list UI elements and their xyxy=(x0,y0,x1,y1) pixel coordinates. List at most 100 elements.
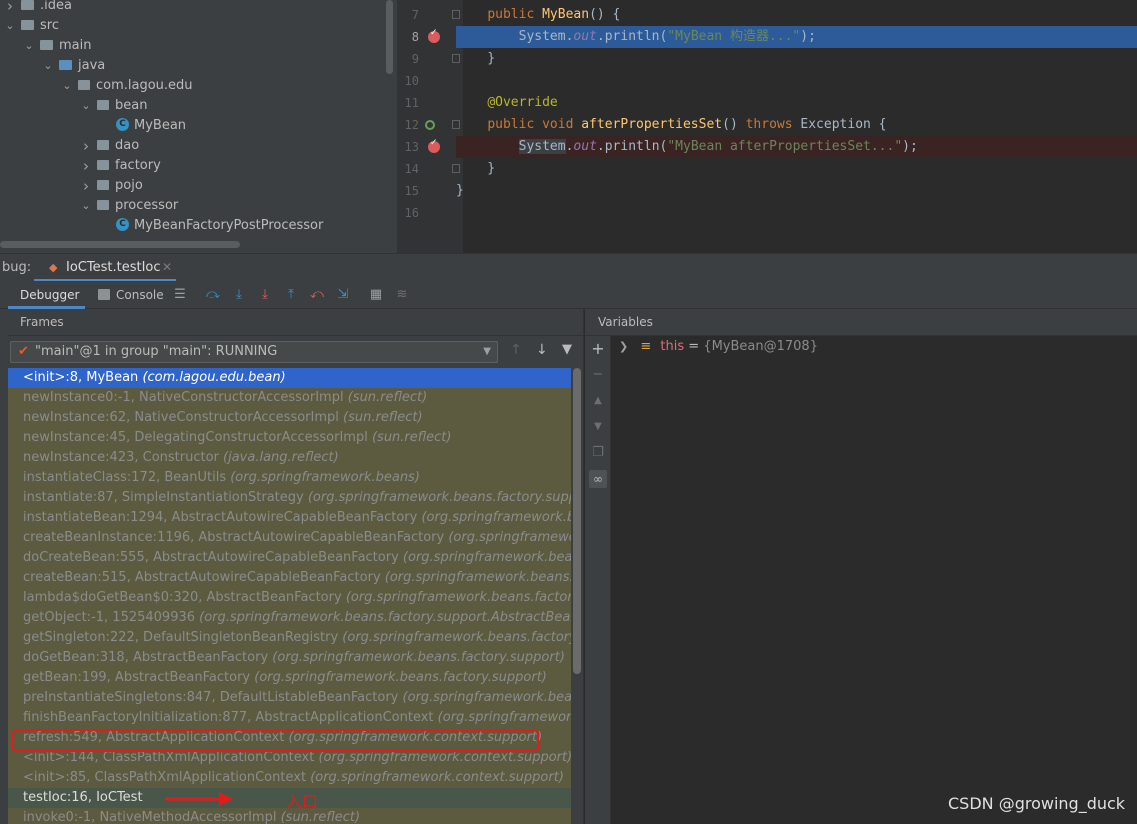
tree-item-label: MyBeanFactoryPostProcessor xyxy=(134,218,324,233)
breakpoint-icon[interactable] xyxy=(428,28,440,43)
breakpoint-icon[interactable] xyxy=(428,138,440,153)
tree-item[interactable]: C MyBean xyxy=(99,116,186,136)
stack-frame[interactable]: doCreateBean:555, AbstractAutowireCapabl… xyxy=(8,548,571,568)
tree-item[interactable]: ⌄ processor xyxy=(80,196,178,216)
chevron-right-icon[interactable]: › xyxy=(80,176,92,196)
frame-package: (org.springframework.beans. xyxy=(421,510,571,525)
stack-frame[interactable]: doGetBean:318, AbstractBeanFactory (org.… xyxy=(8,648,571,668)
tree-item[interactable]: › factory xyxy=(80,156,161,176)
console-icon xyxy=(98,289,110,300)
step-out-icon[interactable]: ⤒ xyxy=(283,287,299,303)
frame-method: invoke0:-1, NativeMethodAccessorImpl xyxy=(23,810,277,824)
tree-item[interactable]: ⌄ src xyxy=(4,16,59,36)
tree-horizontal-scrollbar[interactable] xyxy=(0,241,240,248)
chevron-down-icon[interactable]: ⌄ xyxy=(23,36,35,56)
tab-console[interactable]: Console xyxy=(116,288,164,302)
tree-item[interactable]: › .idea xyxy=(4,0,72,16)
stack-frame[interactable]: getObject:-1, 1525409936 (org.springfram… xyxy=(8,608,571,628)
next-frame-icon[interactable]: ↓ xyxy=(536,342,548,358)
move-up-icon[interactable]: ▲ xyxy=(589,392,607,410)
chevron-right-icon[interactable]: › xyxy=(4,0,16,16)
tab-debugger[interactable]: Debugger xyxy=(20,288,79,302)
stack-frame[interactable]: newInstance:62, NativeConstructorAccesso… xyxy=(8,408,571,428)
tree-item[interactable]: C MyBeanFactoryPostProcessor xyxy=(99,216,323,236)
frames-scrollbar[interactable] xyxy=(573,368,581,674)
stack-frame[interactable]: lambda$doGetBean$0:320, AbstractBeanFact… xyxy=(8,588,571,608)
frame-method: newInstance0:-1, NativeConstructorAccess… xyxy=(23,390,344,405)
expand-arrow-icon[interactable]: ❯ xyxy=(619,340,628,353)
variable-row[interactable]: ❯ ≡ this = {MyBean@1708} xyxy=(619,337,818,357)
chevron-down-icon[interactable]: ⌄ xyxy=(4,16,16,36)
close-tab-icon[interactable]: ✕ xyxy=(162,260,172,274)
copy-icon[interactable]: ❐ xyxy=(589,444,607,462)
stack-frame[interactable]: instantiateBean:1294, AbstractAutowireCa… xyxy=(8,508,571,528)
frame-method: <init>:8, MyBean xyxy=(23,370,139,385)
previous-frame-icon[interactable]: ↑ xyxy=(510,342,522,358)
tree-vertical-scrollbar[interactable] xyxy=(386,0,393,74)
stack-frame[interactable]: getSingleton:222, DefaultSingletonBeanRe… xyxy=(8,628,571,648)
tree-item[interactable]: ⌄ java xyxy=(42,56,105,76)
frame-package: (org.springframework.beans.factory.suppo… xyxy=(254,670,547,685)
force-step-into-icon[interactable]: ⤓ xyxy=(257,287,273,303)
code-line-7[interactable]: public MyBean() { xyxy=(456,4,1137,26)
code-line-12[interactable]: public void afterPropertiesSet() throws … xyxy=(456,114,1137,136)
debug-session-tab[interactable]: IoCTest.testIoc xyxy=(66,260,161,275)
filter-icon[interactable]: ▼ xyxy=(562,342,572,357)
frame-method: <init>:85, ClassPathXmlApplicationContex… xyxy=(23,770,307,785)
menu-icon[interactable]: ☰ xyxy=(172,287,188,303)
stack-frame[interactable]: newInstance0:-1, NativeConstructorAccess… xyxy=(8,388,571,408)
variable-value: {MyBean@1708} xyxy=(703,339,818,354)
chevron-down-icon[interactable]: ⌄ xyxy=(61,76,73,96)
stack-frame[interactable]: instantiate:87, SimpleInstantiationStrat… xyxy=(8,488,571,508)
code-line-14[interactable]: } xyxy=(456,158,1137,180)
frame-package: (org.springframework.context.support) xyxy=(318,750,571,765)
stack-frame[interactable]: <init>:85, ClassPathXmlApplicationContex… xyxy=(8,768,571,788)
evaluate-expression-icon[interactable]: ▦ xyxy=(368,287,384,303)
thread-dropdown[interactable]: ✔ "main"@1 in group "main": RUNNING ▼ xyxy=(10,341,498,363)
stack-frame[interactable]: createBean:515, AbstractAutowireCapableB… xyxy=(8,568,571,588)
remove-watch-icon[interactable]: − xyxy=(589,366,607,384)
code-line-15[interactable]: } xyxy=(456,180,1137,202)
chevron-down-icon[interactable]: ⌄ xyxy=(42,56,54,76)
tree-item[interactable]: ⌄ com.lagou.edu xyxy=(61,76,192,96)
stack-frame[interactable]: instantiateClass:172, BeanUtils (org.spr… xyxy=(8,468,571,488)
trace-icon[interactable]: ≋ xyxy=(394,287,410,303)
tree-item[interactable]: › pojo xyxy=(80,176,143,196)
chevron-down-icon[interactable]: ⌄ xyxy=(80,96,92,116)
code-line-13-breakpoint[interactable]: System.out.println("MyBean afterProperti… xyxy=(456,136,1137,158)
code-line-11[interactable]: @Override xyxy=(456,92,1137,114)
show-watches-icon[interactable]: ∞ xyxy=(589,470,607,488)
stack-frame[interactable]: getBean:199, AbstractBeanFactory (org.sp… xyxy=(8,668,571,688)
package-icon xyxy=(97,139,109,150)
stack-frame[interactable]: newInstance:45, DelegatingConstructorAcc… xyxy=(8,428,571,448)
chevron-right-icon[interactable]: › xyxy=(80,136,92,156)
debug-session-icon: ◆ xyxy=(49,261,58,274)
step-into-icon[interactable]: ⤓ xyxy=(231,287,247,303)
frame-package: (sun.reflect) xyxy=(280,810,361,824)
run-to-cursor-icon[interactable]: ⇲ xyxy=(335,287,351,303)
stack-frame[interactable]: <init>:8, MyBean (com.lagou.edu.bean) xyxy=(8,368,571,388)
stack-frame[interactable]: createBeanInstance:1196, AbstractAutowir… xyxy=(8,528,571,548)
add-watch-icon[interactable]: + xyxy=(589,340,607,358)
stack-frame[interactable]: preInstantiateSingletons:847, DefaultLis… xyxy=(8,688,571,708)
package-icon xyxy=(97,179,109,190)
stack-frame[interactable]: finishBeanFactoryInitialization:877, Abs… xyxy=(8,708,571,728)
tree-item[interactable]: ⌄ bean xyxy=(80,96,147,116)
line-number: 12 xyxy=(404,118,419,132)
line-number: 8 xyxy=(411,30,419,44)
drop-frame-icon[interactable]: ⤺ xyxy=(309,287,325,303)
code-line-8-execution-point[interactable]: System.out.println("MyBean 构造器..."); xyxy=(456,26,1137,48)
move-down-icon[interactable]: ▼ xyxy=(589,418,607,436)
tree-item[interactable]: ⌄ main xyxy=(23,36,91,56)
chevron-down-icon[interactable]: ⌄ xyxy=(80,196,92,216)
chevron-right-icon[interactable]: › xyxy=(80,156,92,176)
step-over-icon[interactable]: ⤼ xyxy=(205,287,221,303)
stack-frame[interactable]: newInstance:423, Constructor (java.lang.… xyxy=(8,448,571,468)
tree-item[interactable]: › dao xyxy=(80,136,139,156)
code-line-9[interactable]: } xyxy=(456,48,1137,70)
frame-package: (java.lang.reflect) xyxy=(223,450,339,465)
frame-package: (org.springframework.beans.factory.sup xyxy=(345,590,571,605)
frame-method: doCreateBean:555, AbstractAutowireCapabl… xyxy=(23,550,399,565)
implements-method-icon[interactable] xyxy=(425,120,435,130)
frame-package: (org.springframework.beans.factory.suppo… xyxy=(307,490,571,505)
